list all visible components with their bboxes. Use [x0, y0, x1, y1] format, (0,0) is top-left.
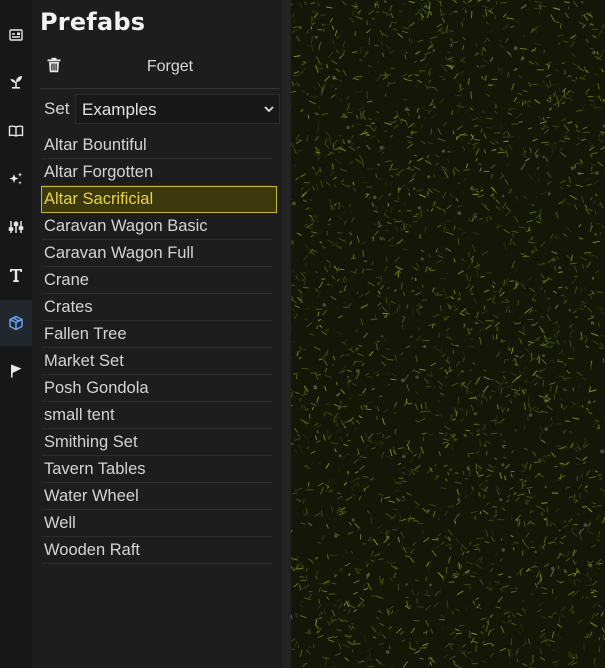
prefab-list-item[interactable]: Crane: [42, 267, 272, 294]
rail-adjust-button[interactable]: [0, 204, 32, 250]
prefab-list-item[interactable]: Altar Forgotten: [42, 159, 272, 186]
trash-icon: [46, 56, 62, 78]
prefab-list-item[interactable]: Posh Gondola: [42, 375, 272, 402]
grass-texture: [291, 0, 605, 668]
panel-scrollbar-gutter[interactable]: [282, 0, 291, 668]
set-select-value: Examples: [82, 100, 157, 119]
sliders-icon: [8, 219, 24, 235]
prefab-list-item[interactable]: Tavern Tables: [42, 456, 272, 483]
prefab-list-item[interactable]: small tent: [42, 402, 272, 429]
delete-button[interactable]: [44, 56, 64, 78]
chevron-down-icon: [263, 103, 275, 115]
rail-prefabs-button[interactable]: [0, 300, 32, 346]
prefab-list-item[interactable]: Caravan Wagon Basic: [42, 213, 272, 240]
rail-play-button[interactable]: [0, 348, 32, 394]
prefab-list-item[interactable]: Altar Bountiful: [42, 132, 272, 159]
prefab-list-item[interactable]: Fallen Tree: [42, 321, 272, 348]
pointer-flag-icon: [8, 363, 24, 379]
prefab-list: Altar Bountiful Altar Forgotten Altar Sacr…: [41, 132, 277, 564]
rail-effects-button[interactable]: [0, 156, 32, 202]
prefab-list-item[interactable]: Market Set: [42, 348, 272, 375]
prefab-list-item[interactable]: Smithing Set: [42, 429, 272, 456]
rail-text-button[interactable]: [0, 252, 32, 298]
prefab-list-item[interactable]: Caravan Wagon Full: [42, 240, 272, 267]
forget-button[interactable]: Forget: [132, 56, 208, 78]
prefab-list-item[interactable]: Water Wheel: [42, 483, 272, 510]
sparkles-icon: [8, 171, 24, 187]
cube-icon: [8, 315, 24, 331]
seedling-icon: [8, 73, 24, 89]
set-select[interactable]: Examples: [75, 94, 280, 124]
image-frame-icon: [8, 27, 24, 43]
prefab-list-item[interactable]: Altar Sacrificial: [41, 186, 277, 213]
book-icon: [8, 123, 24, 139]
tool-rail: [0, 0, 32, 668]
set-label: Set: [44, 99, 70, 118]
divider: [40, 88, 280, 89]
page-title: Prefabs: [40, 8, 146, 36]
rail-scene-button[interactable]: [0, 12, 32, 58]
text-t-icon: [8, 267, 24, 283]
prefab-list-item[interactable]: Well: [42, 510, 272, 537]
prefab-list-item[interactable]: Crates: [42, 294, 272, 321]
prefabs-panel: Prefabs Forget Set Examples Altar Bounti…: [32, 0, 282, 668]
map-canvas[interactable]: [291, 0, 605, 668]
rail-book-button[interactable]: [0, 108, 32, 154]
rail-plant-button[interactable]: [0, 58, 32, 104]
prefab-list-item[interactable]: Wooden Raft: [42, 537, 272, 564]
